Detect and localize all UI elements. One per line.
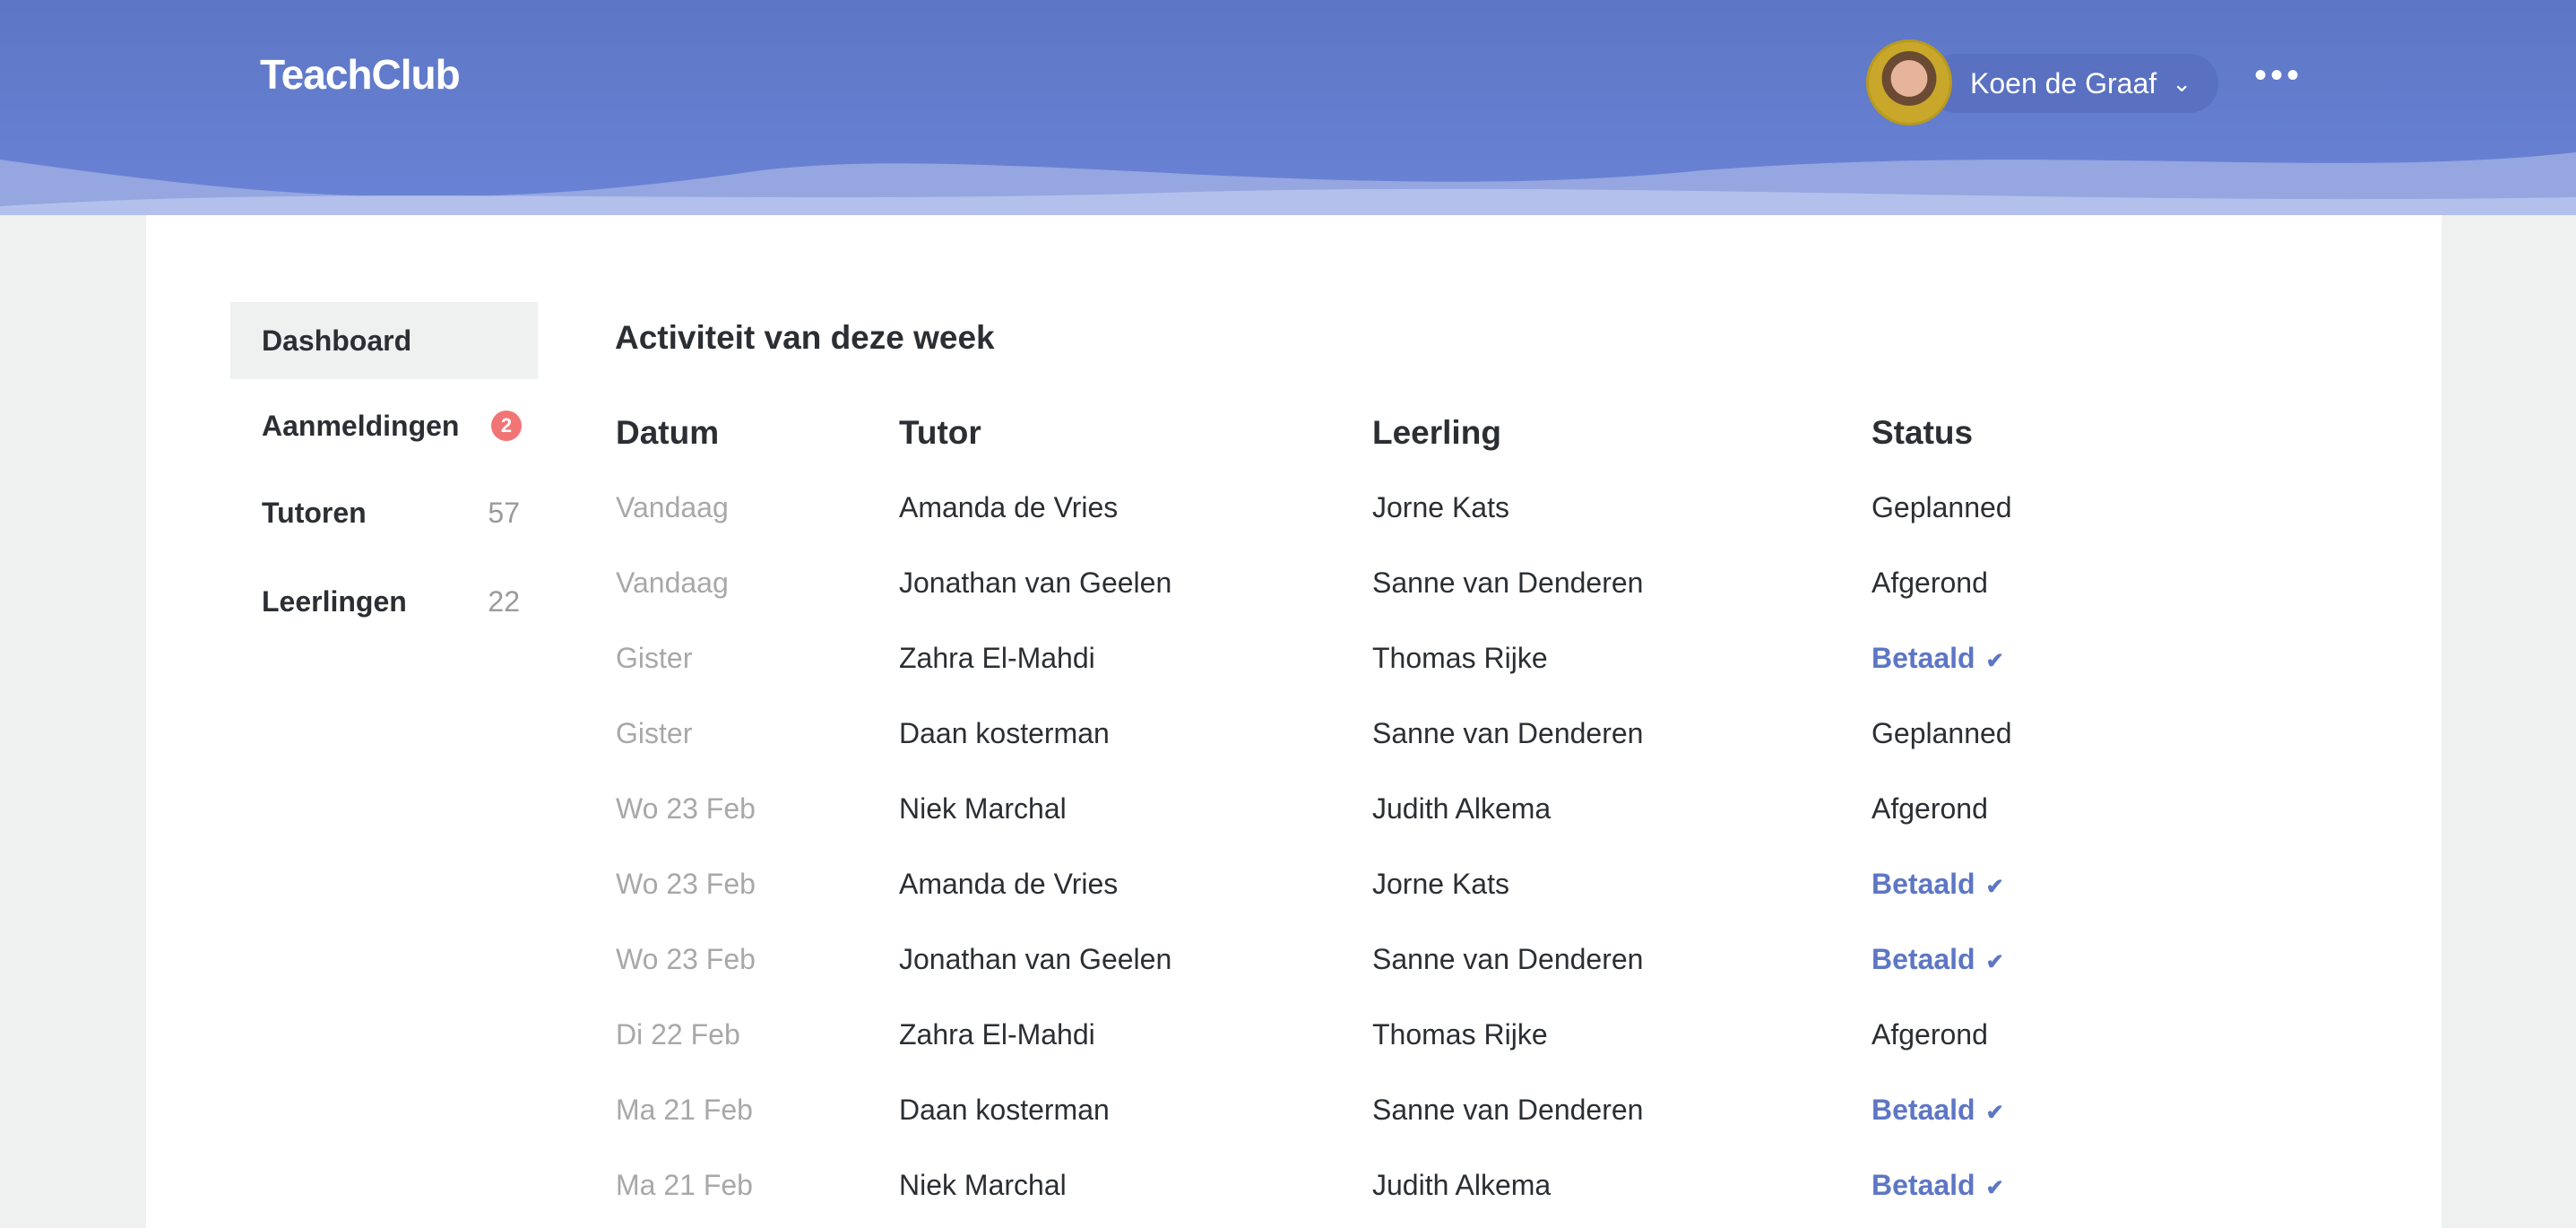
status-label: Betaald (1871, 1094, 1975, 1126)
student-cell[interactable]: Sanne van Denderen (1372, 943, 1643, 976)
date-cell: Di 22 Feb (616, 1018, 740, 1051)
status-cell: Betaald ✔ (1871, 1169, 2004, 1202)
chevron-down-icon: ⌄ (2172, 70, 2191, 97)
check-icon: ✔ (1985, 1101, 2004, 1125)
sidebar-item-label: Dashboard (262, 324, 412, 357)
status-label: Betaald (1871, 868, 1975, 900)
tutor-cell[interactable]: Jonathan van Geelen (899, 943, 1171, 976)
check-icon: ✔ (1985, 875, 2004, 899)
tutor-cell[interactable]: Niek Marchal (899, 792, 1067, 826)
status-label: Betaald (1871, 1169, 1975, 1201)
status-label: Betaald (1871, 642, 1975, 674)
sidebar-item-label: Leerlingen (262, 585, 407, 618)
status-cell: Betaald ✔ (1871, 1094, 2004, 1127)
status-cell: Geplanned (1871, 717, 2012, 749)
status-cell: Betaald ✔ (1871, 642, 2004, 675)
student-cell[interactable]: Judith Alkema (1372, 792, 1551, 826)
column-header[interactable]: Tutor (899, 414, 981, 452)
student-cell[interactable]: Sanne van Denderen (1372, 1094, 1643, 1127)
sidebar-item-label: Tutoren (262, 497, 367, 529)
tutor-cell[interactable]: Zahra El-Mahdi (899, 1018, 1095, 1051)
date-cell: Wo 23 Feb (616, 792, 756, 825)
student-cell[interactable]: Sanne van Denderen (1372, 566, 1643, 600)
column-header[interactable]: Status (1871, 414, 1973, 452)
sidebar-item-aanmeldingen[interactable]: Aanmeldingen 2 (230, 387, 538, 464)
count: 22 (488, 585, 520, 618)
date-cell: Ma 21 Feb (616, 1094, 753, 1126)
column-header[interactable]: Datum (616, 414, 719, 452)
date-cell: Gister (616, 642, 693, 674)
date-cell: Ma 21 Feb (616, 1169, 753, 1201)
section-title: Activiteit van deze week (615, 319, 995, 356)
tutor-cell[interactable]: Amanda de Vries (899, 868, 1118, 901)
tutor-cell[interactable]: Jonathan van Geelen (899, 566, 1171, 600)
date-cell: Vandaag (616, 491, 729, 523)
status-cell: Betaald ✔ (1871, 943, 2004, 976)
tutor-cell[interactable]: Amanda de Vries (899, 491, 1118, 524)
student-cell[interactable]: Thomas Rijke (1372, 1018, 1548, 1051)
sidebar-item-leerlingen[interactable]: Leerlingen 22 (230, 563, 538, 640)
date-cell: Gister (616, 717, 693, 749)
date-cell: Vandaag (616, 566, 729, 599)
sidebar-item-label: Aanmeldingen (262, 410, 460, 442)
check-icon: ✔ (1985, 1176, 2004, 1200)
column-header[interactable]: Leerling (1372, 414, 1501, 452)
status-cell: Afgerond (1871, 792, 1988, 825)
date-cell: Wo 23 Feb (616, 868, 756, 900)
teachclub-logo[interactable]: TeachClub (260, 50, 461, 99)
tutor-cell[interactable]: Niek Marchal (899, 1169, 1067, 1202)
tutor-cell[interactable]: Daan kosterman (899, 1094, 1110, 1127)
student-cell[interactable]: Sanne van Denderen (1372, 717, 1643, 750)
sidebar-item-dashboard[interactable]: Dashboard (230, 302, 538, 379)
status-cell: Geplanned (1871, 491, 2012, 523)
user-menu-button[interactable]: Koen de Graaf ⌄ (1927, 54, 2218, 113)
count: 57 (488, 497, 520, 529)
student-cell[interactable]: Jorne Kats (1372, 868, 1509, 901)
more-options-icon[interactable]: ••• (2254, 56, 2303, 96)
status-cell: Afgerond (1871, 1018, 1988, 1051)
student-cell[interactable]: Thomas Rijke (1372, 642, 1548, 675)
status-cell: Afgerond (1871, 566, 1988, 599)
check-icon: ✔ (1985, 649, 2004, 673)
sidebar-item-tutoren[interactable]: Tutoren 57 (230, 474, 538, 551)
user-name: Koen de Graaf (1970, 67, 2157, 99)
tutor-cell[interactable]: Daan kosterman (899, 717, 1110, 750)
notification-badge: 2 (491, 411, 522, 441)
check-icon: ✔ (1985, 950, 2004, 974)
student-cell[interactable]: Judith Alkema (1372, 1169, 1551, 1202)
wave-decoration (0, 152, 2576, 215)
status-label: Betaald (1871, 943, 1975, 975)
top-header: TeachClub Koen de Graaf ⌄ ••• (0, 0, 2576, 215)
user-avatar[interactable] (1866, 39, 1952, 125)
tutor-cell[interactable]: Zahra El-Mahdi (899, 642, 1095, 675)
date-cell: Wo 23 Feb (616, 943, 756, 975)
status-cell: Betaald ✔ (1871, 868, 2004, 901)
student-cell[interactable]: Jorne Kats (1372, 491, 1509, 524)
